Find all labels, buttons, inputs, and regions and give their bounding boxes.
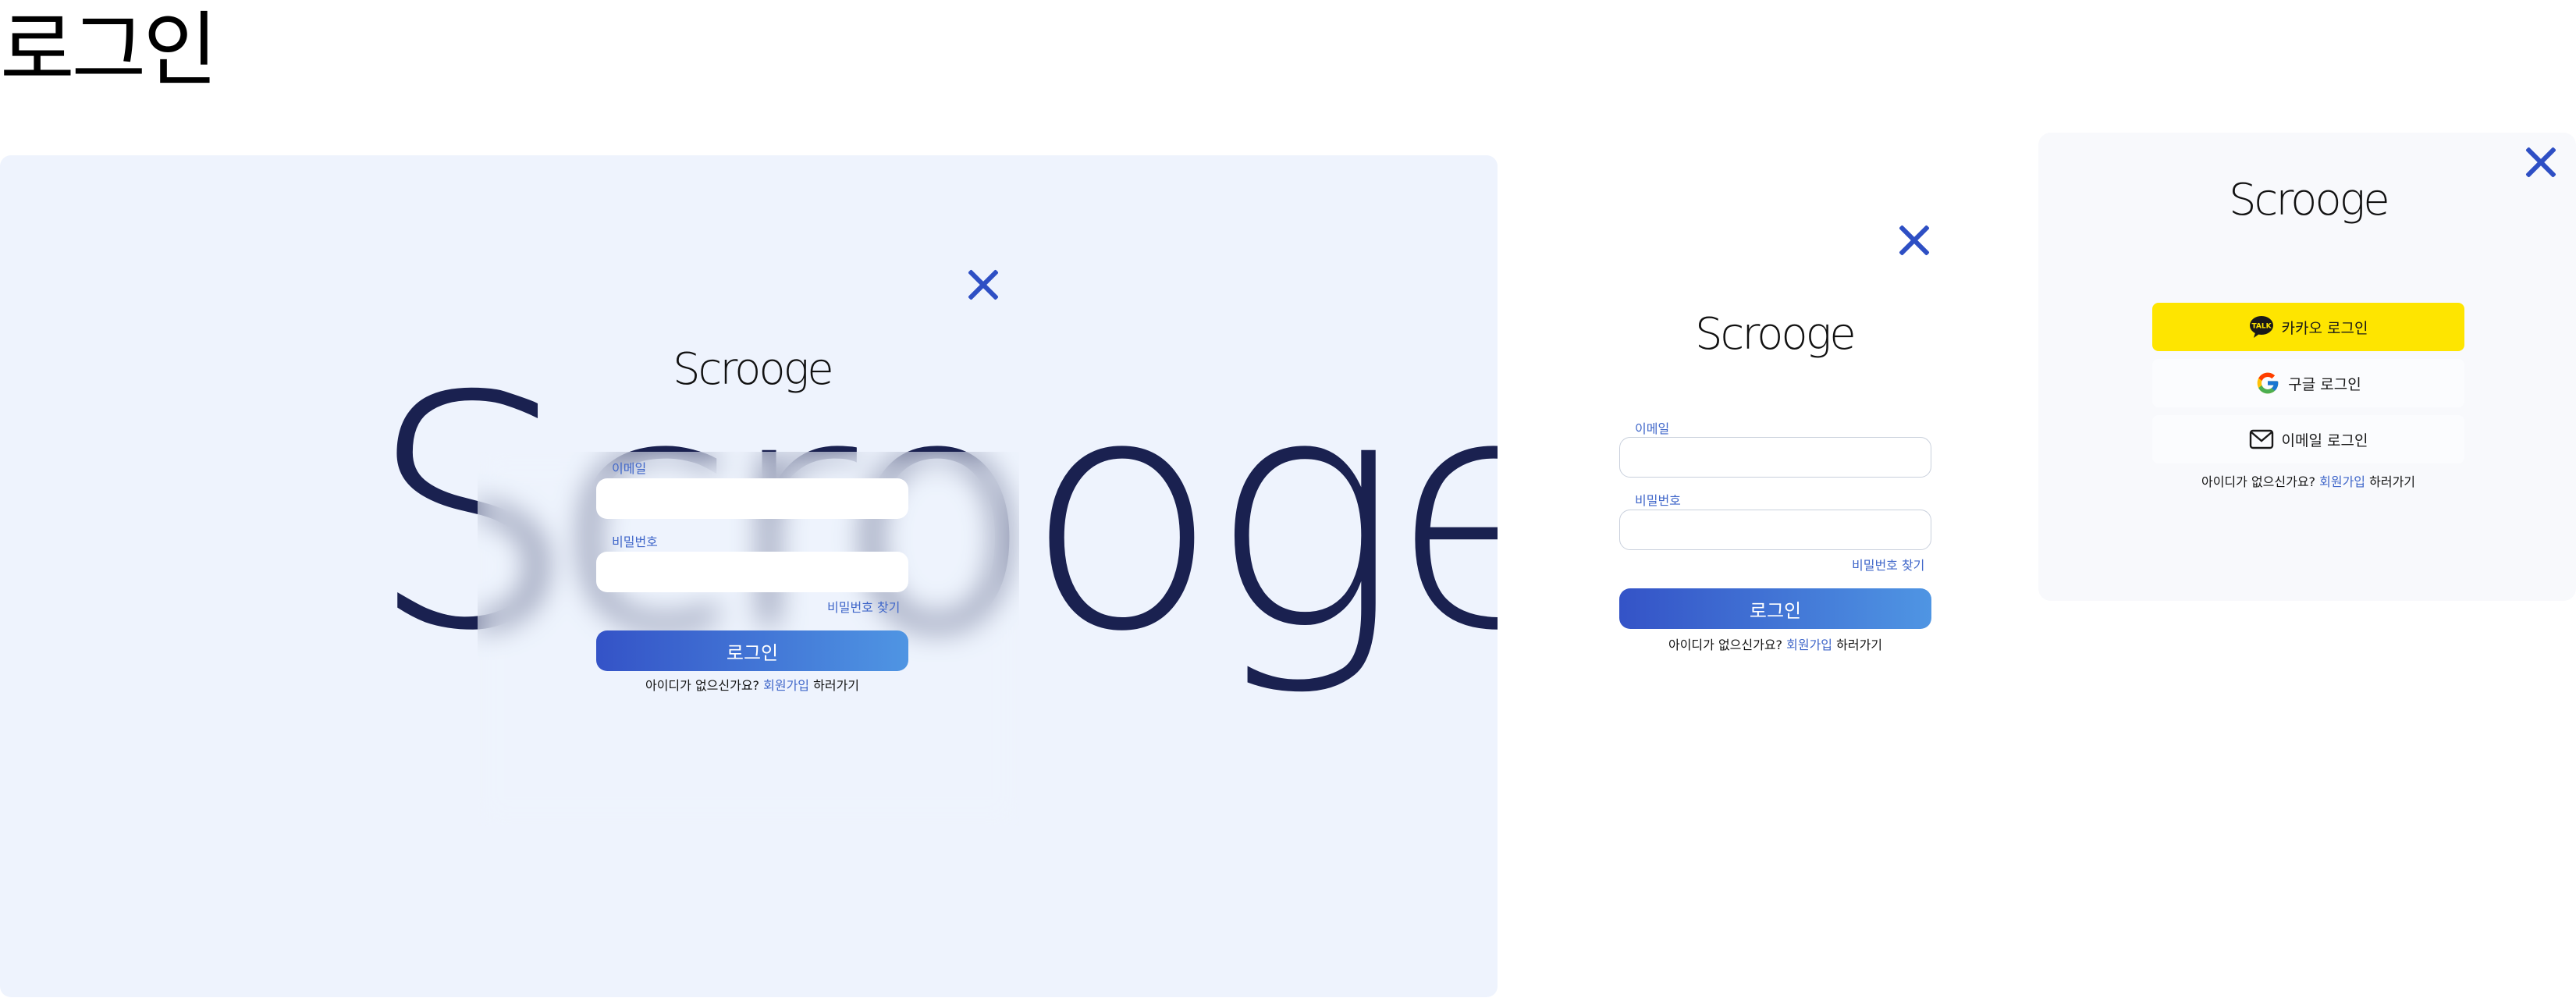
page-title: 로그인: [0, 2, 218, 98]
password-label: 비밀번호: [1635, 493, 1681, 508]
email-label: 이메일: [1635, 421, 1670, 436]
google-g-icon: [2255, 371, 2280, 396]
password-input[interactable]: [1619, 510, 1931, 550]
email-login-label: 이메일 로그인: [2281, 432, 2368, 449]
logo: Scrooge: [673, 344, 834, 395]
signup-suffix: 하러가기: [813, 678, 860, 693]
login-modal-with-backdrop: Scrooge Scrooge 이메일 비밀번호 비밀번호 찾기 로그인 아이디…: [0, 155, 1498, 997]
social-login-modal: Scrooge TALK 카카오 로그인 구글 로그인 이메일 로그인 아이디가…: [2038, 133, 2576, 601]
email-label: 이메일: [612, 461, 647, 476]
signup-link[interactable]: 회원가입: [2319, 474, 2365, 489]
google-login-button[interactable]: 구글 로그인: [2152, 359, 2464, 407]
password-label: 비밀번호: [612, 535, 658, 549]
signup-suffix: 하러가기: [2369, 474, 2416, 489]
kakao-login-button[interactable]: TALK 카카오 로그인: [2152, 303, 2464, 351]
close-icon[interactable]: [1897, 223, 1931, 257]
login-button[interactable]: 로그인: [1619, 588, 1931, 629]
signup-suffix: 하러가기: [1836, 638, 1883, 652]
password-input[interactable]: [596, 552, 908, 592]
kakao-login-label: 카카오 로그인: [2281, 319, 2368, 337]
signup-prompt: 아이디가 없으신가요? 회원가입 하러가기: [596, 675, 908, 694]
signup-prompt-text: 아이디가 없으신가요?: [2201, 474, 2316, 489]
logo: Scrooge: [2229, 175, 2390, 226]
signup-link[interactable]: 회원가입: [1786, 638, 1832, 652]
signup-prompt: 아이디가 없으신가요? 회원가입 하러가기: [2152, 471, 2464, 490]
google-login-label: 구글 로그인: [2288, 375, 2361, 393]
mail-icon: [2249, 427, 2274, 452]
kakao-badge-text: TALK: [2251, 323, 2272, 331]
email-login-button[interactable]: 이메일 로그인: [2152, 415, 2464, 463]
signup-prompt-text: 아이디가 없으신가요?: [645, 678, 760, 693]
signup-prompt-text: 아이디가 없으신가요?: [1668, 638, 1783, 652]
close-icon[interactable]: [966, 268, 1000, 302]
find-password-link[interactable]: 비밀번호 찾기: [827, 597, 900, 616]
login-button[interactable]: 로그인: [596, 630, 908, 671]
kakao-talk-icon: TALK: [2249, 314, 2274, 339]
signup-link[interactable]: 회원가입: [763, 678, 809, 693]
logo: Scrooge: [1695, 309, 1856, 360]
email-input[interactable]: [596, 478, 908, 519]
signup-prompt: 아이디가 없으신가요? 회원가입 하러가기: [1619, 634, 1931, 653]
find-password-link[interactable]: 비밀번호 찾기: [1852, 555, 1924, 574]
email-input[interactable]: [1619, 437, 1931, 478]
close-icon[interactable]: [2524, 145, 2558, 179]
